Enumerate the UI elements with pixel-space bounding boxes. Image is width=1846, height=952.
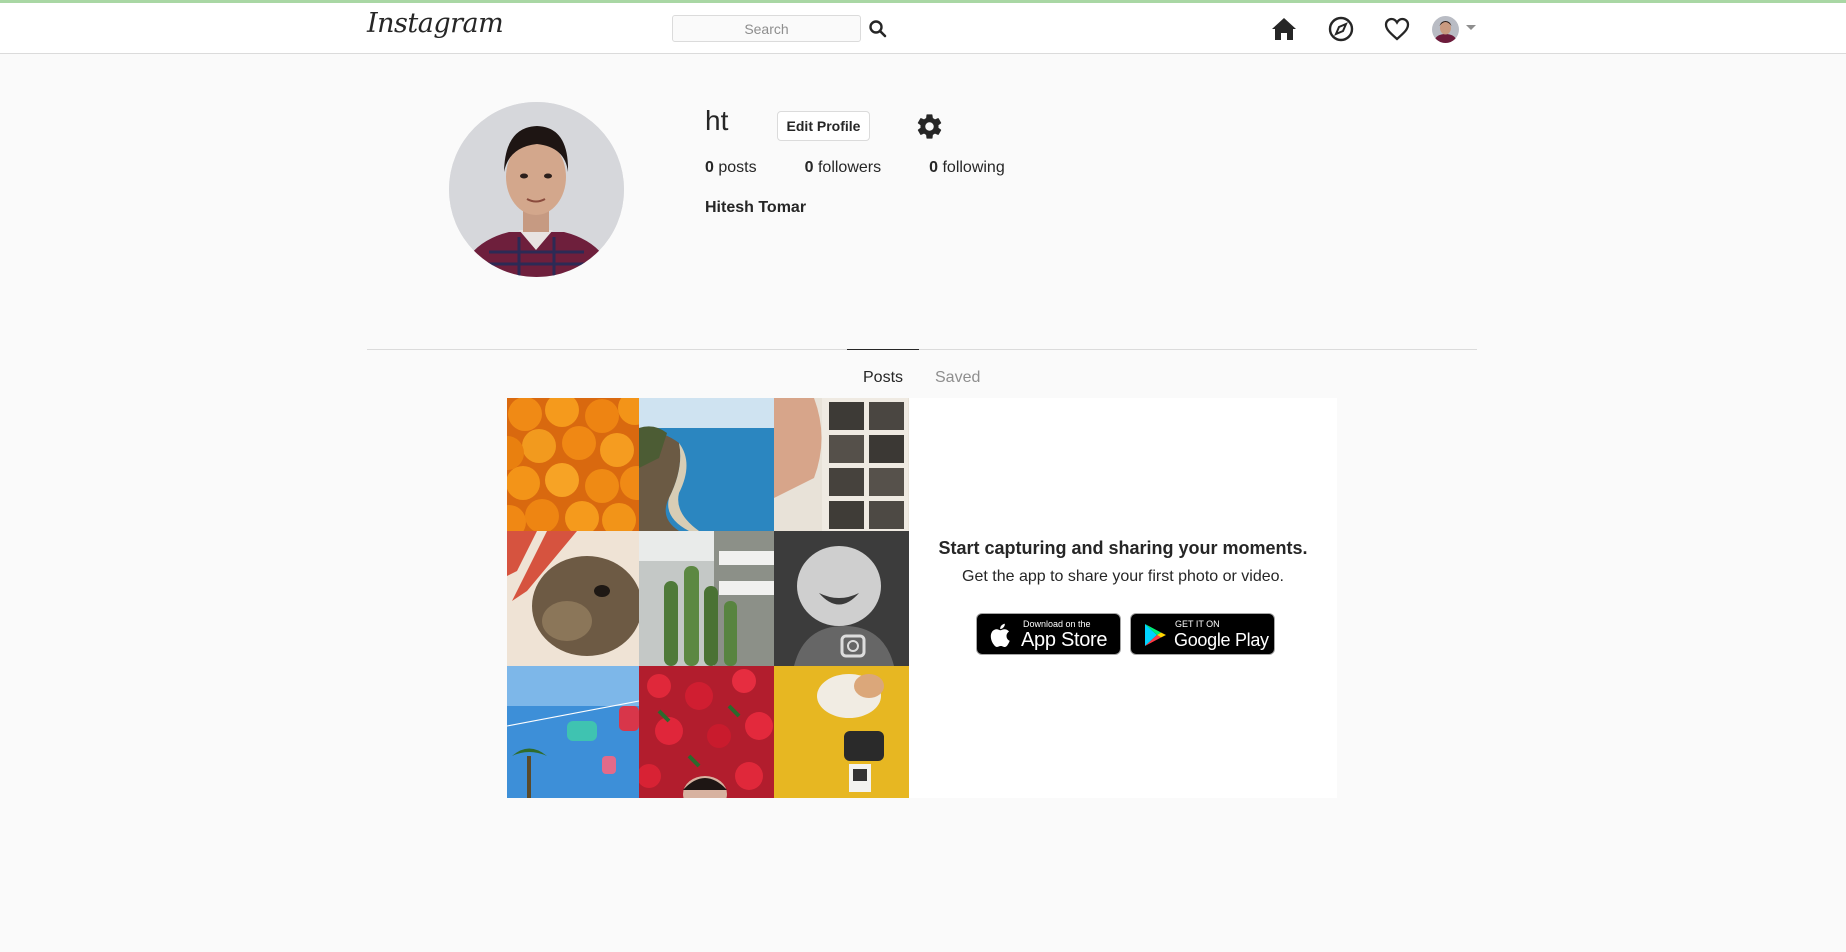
heart-icon[interactable] bbox=[1383, 15, 1411, 43]
photo-strip-image bbox=[774, 398, 909, 531]
promo-subtitle: Get the app to share your first photo or… bbox=[962, 568, 1284, 585]
tabs-divider bbox=[367, 349, 1477, 350]
oranges-image bbox=[507, 398, 639, 531]
app-store-button[interactable]: Download on the App Store bbox=[976, 613, 1121, 655]
gear-icon[interactable] bbox=[915, 112, 944, 141]
home-icon[interactable] bbox=[1270, 15, 1298, 43]
caret-down-icon[interactable] bbox=[1466, 25, 1476, 30]
tab-posts[interactable]: Posts bbox=[863, 369, 903, 387]
top-navbar: Instagram bbox=[0, 3, 1846, 54]
baby-image bbox=[774, 531, 909, 666]
ferris-ride-image bbox=[507, 666, 639, 798]
google-play-button[interactable]: GET IT ON Google Play bbox=[1130, 613, 1275, 655]
cat-image bbox=[774, 666, 909, 798]
search-input[interactable] bbox=[672, 15, 861, 42]
apple-icon bbox=[990, 623, 1010, 647]
coastline-image bbox=[639, 398, 774, 531]
profile-username: ht bbox=[705, 105, 729, 136]
red-flowers-image bbox=[639, 666, 774, 798]
edit-profile-button[interactable]: Edit Profile bbox=[777, 111, 870, 141]
search-icon[interactable] bbox=[868, 19, 888, 39]
compass-icon[interactable] bbox=[1327, 15, 1355, 43]
sample-photo-grid bbox=[507, 398, 909, 798]
google-play-icon bbox=[1145, 624, 1166, 646]
instagram-logo[interactable]: Instagram bbox=[367, 8, 504, 39]
get-app-promo: Start capturing and sharing your moments… bbox=[909, 398, 1337, 798]
following-count[interactable]: 0 following bbox=[929, 159, 1005, 177]
posts-count: 0 posts bbox=[705, 159, 757, 176]
avatar[interactable] bbox=[1432, 16, 1459, 43]
profile-stats: 0 posts 0 followers 0 following bbox=[705, 159, 1053, 177]
cactus-image bbox=[639, 531, 774, 666]
active-tab-indicator bbox=[847, 349, 919, 350]
profile-picture[interactable] bbox=[449, 102, 624, 277]
promo-title: Start capturing and sharing your moments… bbox=[938, 538, 1308, 558]
profile-full-name: Hitesh Tomar bbox=[705, 199, 807, 216]
tab-saved[interactable]: Saved bbox=[935, 369, 980, 387]
dog-image bbox=[507, 531, 639, 666]
followers-count[interactable]: 0 followers bbox=[805, 159, 882, 177]
